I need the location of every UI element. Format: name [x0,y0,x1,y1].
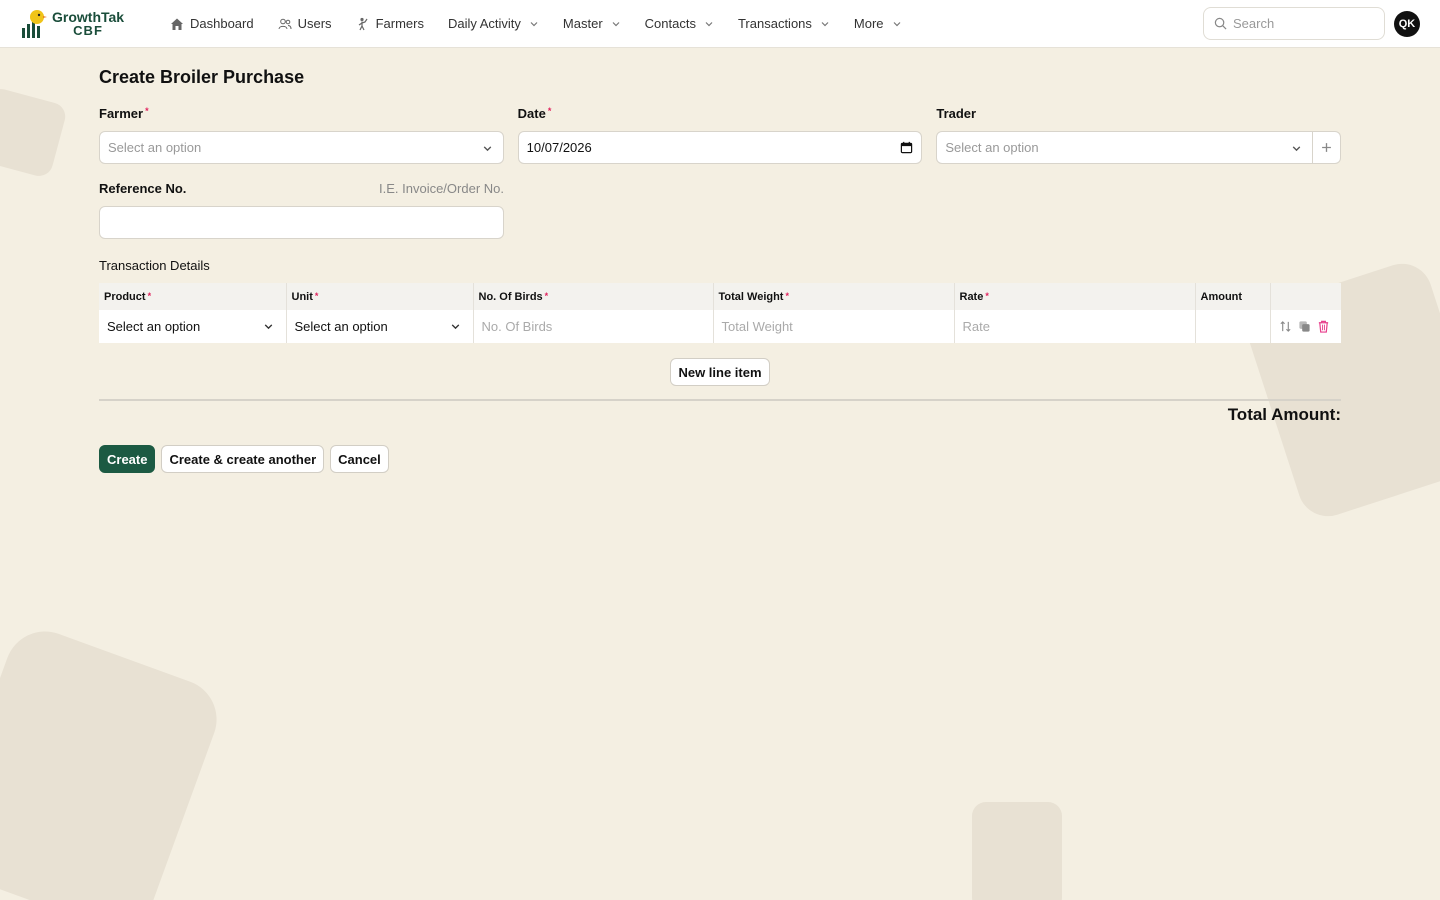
chevron-down-icon [483,146,491,152]
top-navbar: GrowthTak CBF Dashboard Users Farmers Da… [0,0,1440,48]
trader-field: Trader Select an option [936,106,1342,164]
farmer-label: Farmer [99,106,144,121]
chevron-down-icon [1292,146,1301,152]
date-input[interactable]: 10/07/2026 [517,131,923,164]
user-avatar[interactable]: QK [1394,10,1420,37]
table-row: Select an option Select an option No. Of… [99,310,1341,343]
cancel-button[interactable]: Cancel [330,445,389,473]
unit-select[interactable]: Select an option [286,310,474,343]
section-title: Transaction Details [99,258,210,273]
calendar-icon[interactable] [900,141,913,154]
nav-more[interactable]: More [842,0,914,48]
trader-select-value: Select an option [945,140,1039,155]
nav-label: Transactions [737,16,812,31]
nav-users[interactable]: Users [266,0,344,48]
search-input[interactable] [1233,16,1373,31]
column-header: Unit * [286,283,474,310]
rupee-decoration-icon [972,802,1062,900]
trader-select[interactable]: Select an option [936,131,1314,164]
search-icon [1214,17,1227,30]
chevron-down-icon [821,21,829,26]
row-actions [1270,310,1341,343]
add-trader-button[interactable] [1313,131,1342,164]
form-actions: Create Create & create another Cancel [99,445,1341,473]
weight-input[interactable]: Total Weight [713,310,955,343]
main-nav: Dashboard Users Farmers Daily Activity M… [158,0,914,48]
product-select[interactable]: Select an option [99,310,287,343]
date-field: Date * 10/07/2026 [517,106,923,164]
reference-hint: I.E. Invoice/Order No. [379,181,504,196]
column-header: Product * [99,283,287,310]
date-value: 10/07/2026 [526,140,592,155]
chevron-down-icon [612,21,620,26]
date-label: Date [517,106,546,121]
chevron-down-icon [451,324,459,330]
chevron-down-icon [893,21,900,26]
form-row-1: Farmer * Select an option Date * 10/07/202… [99,106,1342,164]
chevron-down-icon [705,21,713,26]
rate-input[interactable]: Rate [954,310,1196,343]
farmer-field: Farmer * Select an option [99,106,504,164]
trader-label: Trader [936,106,977,121]
nav-label: Contacts [644,16,696,31]
brand-logo[interactable]: GrowthTak CBF [20,8,150,40]
nav-daily-activity[interactable]: Daily Activity [436,0,551,48]
duplicate-icon[interactable] [1298,320,1311,333]
create-another-button[interactable]: Create & create another [161,445,325,473]
nav-label: Farmers [375,16,424,31]
brand-sub: CBF [73,22,103,38]
page-title: Create Broiler Purchase [99,67,305,87]
chevron-down-icon [530,21,538,26]
new-line-item-button[interactable]: New line item [670,358,770,386]
chevron-down-icon [264,324,272,330]
column-header: Total Weight * [713,283,955,310]
column-header: No. Of Birds * [473,283,714,310]
nav-label: Daily Activity [447,16,521,31]
required-marker: * [145,106,149,116]
users-icon [278,18,292,29]
column-header: Rate * [954,283,1196,310]
farmer-select[interactable]: Select an option [99,131,504,164]
main-content: Create Broiler Purchase Farmer * Select a… [0,67,1440,473]
farmer-select-value: Select an option [108,140,202,155]
farmer-icon [358,17,368,30]
reference-field: Reference No. I.E. Invoice/Order No. [99,181,504,239]
brand-name: GrowthTak [52,8,125,25]
transaction-table: Product * Unit * No. Of Birds * Total Weigh… [99,283,1341,343]
amount-cell [1195,310,1271,343]
column-header-actions [1270,283,1341,310]
plus-icon [1322,143,1331,152]
nav-label: Master [562,16,603,31]
search-box[interactable] [1203,7,1385,40]
nav-transactions[interactable]: Transactions [726,0,842,48]
divider [99,399,1341,401]
create-button[interactable]: Create [99,445,156,473]
nav-dashboard[interactable]: Dashboard [158,0,266,48]
total-amount: Total Amount: [1227,405,1341,424]
reference-input[interactable] [99,206,504,239]
column-header: Amount [1195,283,1271,310]
chick-logo-icon [22,9,47,38]
form-row-2: Reference No. I.E. Invoice/Order No. [99,181,1341,239]
required-marker: * [547,106,552,116]
nav-label: Dashboard [190,16,254,31]
nav-master[interactable]: Master [551,0,633,48]
reference-label: Reference No. [99,181,187,196]
home-icon [171,18,183,30]
nav-contacts[interactable]: Contacts [633,0,726,48]
nav-label: More [853,16,884,31]
rupee-decoration-icon [0,620,228,900]
nav-label: Users [297,16,332,31]
reorder-icon[interactable] [1279,320,1292,333]
trash-icon[interactable] [1317,320,1330,333]
birds-input[interactable]: No. Of Birds [473,310,714,343]
nav-farmers[interactable]: Farmers [344,0,436,48]
